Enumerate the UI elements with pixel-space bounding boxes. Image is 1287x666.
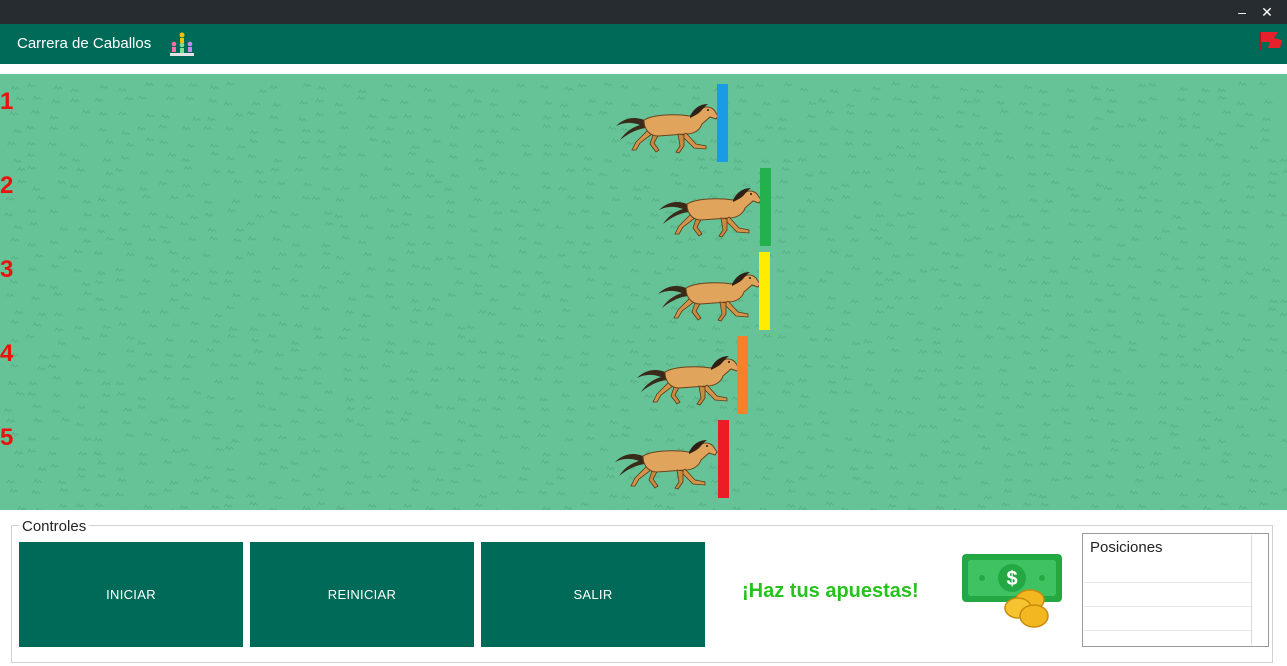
running-horse-icon <box>657 182 763 238</box>
lane-number-2: 2 <box>0 172 14 199</box>
start-button[interactable]: INICIAR <box>19 542 243 647</box>
close-button[interactable]: ✕ <box>1257 2 1277 22</box>
minimize-button[interactable]: ‒ <box>1232 2 1252 22</box>
positions-row-divider <box>1084 582 1251 583</box>
window-titlebar: ‒ ✕ <box>0 0 1287 24</box>
lane-number-3: 3 <box>0 256 14 283</box>
app-title: Carrera de Caballos <box>17 35 152 52</box>
bet-prompt: ¡Haz tus apuestas! <box>742 580 919 602</box>
positions-scroll-divider <box>1251 535 1252 645</box>
positions-header: Posiciones <box>1090 539 1163 556</box>
positions-row-divider <box>1084 630 1251 631</box>
exit-button[interactable]: SALIR <box>481 542 705 647</box>
positions-row-divider <box>1084 606 1251 607</box>
lane-number-1: 1 <box>0 88 14 115</box>
lane-number-5: 5 <box>0 424 14 451</box>
lane-number-4: 4 <box>0 340 14 367</box>
restart-button[interactable]: REINICIAR <box>250 542 474 647</box>
running-horse-icon <box>613 434 719 490</box>
positions-list[interactable]: Posiciones <box>1082 533 1269 647</box>
app-header: Carrera de Caballos <box>0 24 1287 64</box>
running-horse-icon <box>656 266 762 322</box>
running-horse-icon <box>635 350 741 406</box>
lane-marker-1 <box>717 84 728 162</box>
svg-text:$: $ <box>1006 568 1017 590</box>
controls-legend: Controles <box>19 518 90 535</box>
money-coins-icon: $ <box>962 554 1062 628</box>
lane-marker-3 <box>759 252 770 330</box>
running-horse-icon <box>614 98 720 154</box>
lane-marker-5 <box>718 420 729 498</box>
lane-marker-4 <box>737 336 748 414</box>
red-flag-icon[interactable] <box>1258 30 1284 52</box>
lane-marker-2 <box>760 168 771 246</box>
people-podium-icon <box>170 32 194 56</box>
race-track: 1 2 3 4 5 <box>0 74 1287 510</box>
